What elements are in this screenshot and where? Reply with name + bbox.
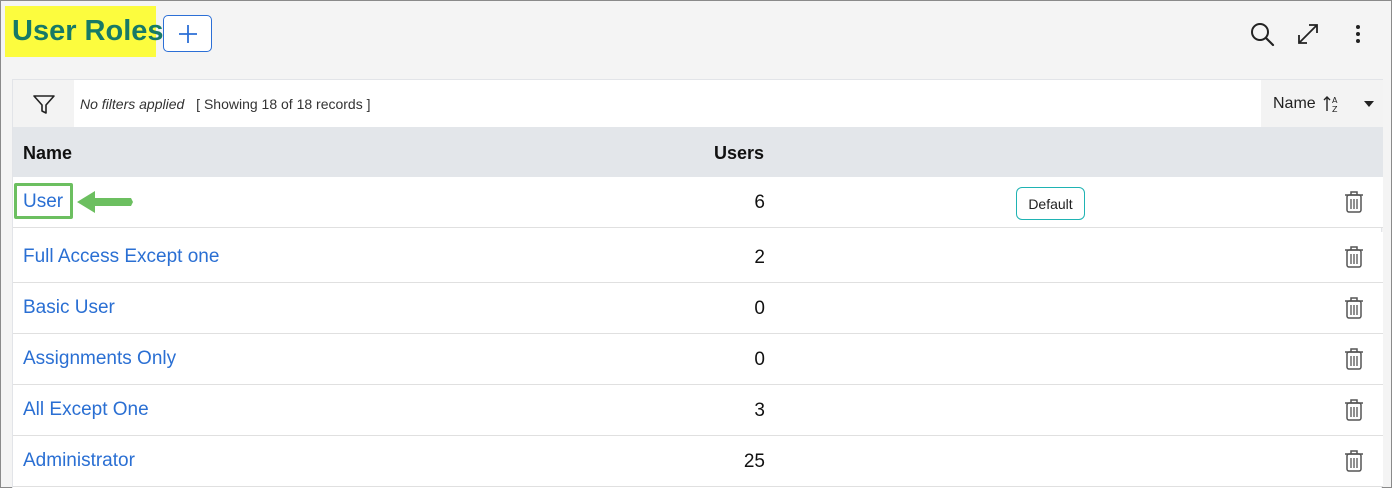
- no-filters-text: No filters applied: [80, 96, 185, 112]
- filter-icon: [32, 95, 55, 114]
- role-name-link[interactable]: Assignments Only: [23, 348, 176, 370]
- filter-button[interactable]: [13, 80, 74, 128]
- filter-status: No filters applied [ Showing 18 of 18 re…: [80, 96, 371, 112]
- trash-icon[interactable]: [1343, 347, 1365, 371]
- table-header: Name Users: [13, 127, 1383, 177]
- add-role-button[interactable]: [163, 15, 212, 52]
- role-user-count: 2: [754, 247, 765, 268]
- record-count: [ Showing 18 of 18 records ]: [196, 96, 371, 112]
- plus-icon: [178, 24, 197, 43]
- table-row: User 6 Default: [13, 177, 1383, 228]
- table-row: Full Access Except one 2: [13, 232, 1383, 283]
- svg-text:A: A: [1332, 96, 1338, 105]
- more-vertical-icon: [1356, 25, 1360, 43]
- expand-button[interactable]: [1293, 19, 1323, 49]
- role-user-count: 0: [754, 298, 765, 319]
- trash-icon[interactable]: [1343, 398, 1365, 422]
- trash-icon[interactable]: [1343, 190, 1365, 214]
- role-user-count: 6: [754, 192, 765, 213]
- role-user-count: 0: [754, 349, 765, 370]
- filter-bar: No filters applied [ Showing 18 of 18 re…: [13, 79, 1383, 128]
- table-row: Assignments Only 0: [13, 334, 1383, 385]
- trash-icon[interactable]: [1343, 449, 1365, 473]
- more-options-button[interactable]: [1343, 19, 1373, 49]
- trash-icon[interactable]: [1343, 296, 1365, 320]
- page-title: User Roles: [12, 15, 164, 47]
- table-row: Administrator 25: [13, 436, 1383, 487]
- page-frame: User Roles No filters applied [Showing …: [0, 0, 1392, 488]
- annotation-arrow-icon: [77, 191, 133, 213]
- default-badge: Default: [1016, 187, 1085, 220]
- trash-icon[interactable]: [1343, 245, 1365, 269]
- role-name-link[interactable]: User: [23, 191, 63, 213]
- table-row: Basic User 0: [13, 283, 1383, 334]
- role-name-link[interactable]: Full Access Except one: [23, 246, 219, 268]
- expand-icon: [1298, 24, 1318, 44]
- role-user-count: 3: [754, 400, 765, 421]
- sort-label: Name: [1273, 95, 1316, 112]
- roles-panel: No filters applied [ Showing 18 of 18 re…: [12, 79, 1383, 488]
- role-user-count: 25: [743, 451, 765, 472]
- sort-az-icon: A Z: [1323, 96, 1338, 114]
- search-icon: [1251, 23, 1275, 47]
- role-name-link[interactable]: Administrator: [23, 450, 135, 472]
- role-name-link[interactable]: All Except One: [23, 399, 149, 421]
- sort-dropdown[interactable]: Name A Z: [1261, 80, 1383, 128]
- table-row: All Except One 3: [13, 385, 1383, 436]
- role-name-link[interactable]: Basic User: [23, 297, 115, 319]
- svg-text:Z: Z: [1332, 105, 1338, 114]
- caret-down-icon: [1364, 101, 1374, 107]
- column-header-name[interactable]: Name: [23, 143, 72, 164]
- title-highlight: User Roles: [5, 6, 164, 57]
- search-button[interactable]: [1247, 19, 1277, 49]
- column-header-users[interactable]: Users: [714, 143, 764, 164]
